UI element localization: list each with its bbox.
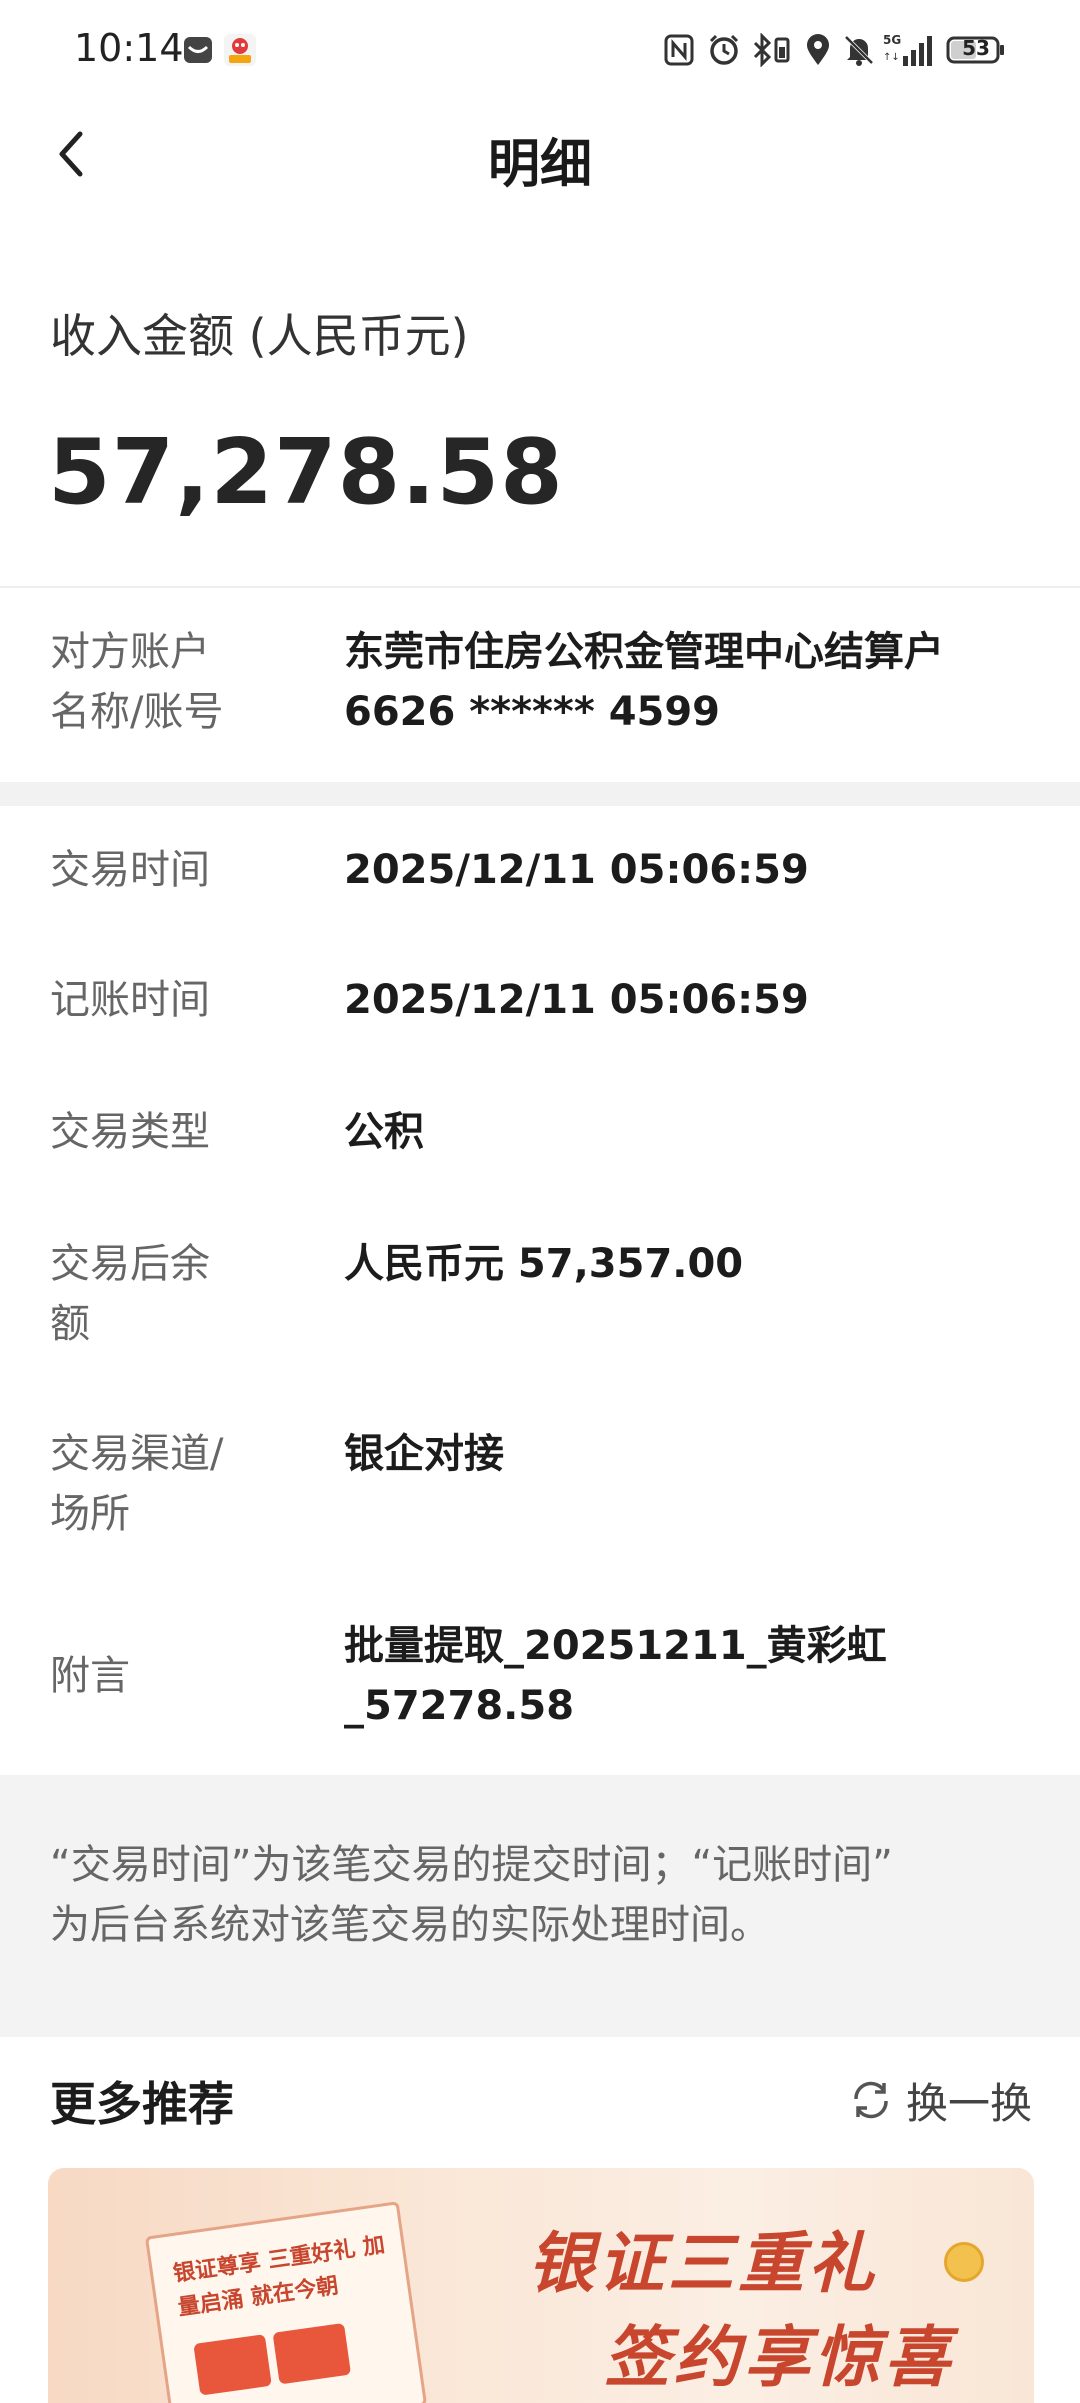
counterparty-value: 东莞市住房公积金管理中心结算户 6626 ****** 4599	[344, 622, 1044, 742]
trade-type-value: 公积	[344, 1109, 424, 1155]
battery-level: 53	[962, 36, 990, 60]
bluetooth-icon	[748, 30, 794, 70]
booking-time-label: 记账时间	[50, 977, 210, 1023]
notice-panel: “交易时间”为该笔交易的提交时间；“记账时间” 为后台系统对该笔交易的实际处理时…	[0, 1775, 1080, 2037]
counterparty-label: 对方账户 名称/账号	[50, 622, 290, 742]
header: 明细	[0, 100, 1080, 210]
amount-label: 收入金额 (人民币元)	[50, 309, 469, 363]
recommend-title: 更多推荐	[50, 2077, 234, 2131]
nfc-icon	[662, 30, 696, 70]
notice-text: “交易时间”为该笔交易的提交时间；“记账时间” 为后台系统对该笔交易的实际处理时…	[50, 1835, 1040, 1955]
refresh-button[interactable]: 换一换	[848, 2068, 1032, 2132]
channel-label-line1: 交易渠道/	[50, 1431, 224, 1477]
counterparty-label-line2: 名称/账号	[50, 689, 224, 735]
banner-subheadline: 签约享惊喜	[604, 2319, 954, 2396]
divider	[0, 586, 1080, 588]
signal-5g-icon: 5G ↑↓	[882, 30, 938, 70]
channel-label-line2: 场所	[50, 1491, 130, 1537]
coin-icon	[944, 2242, 984, 2282]
memo-value-line2: _57278.58	[344, 1683, 575, 1729]
memo-value-line1: 批量提取_20251211_黄彩虹	[344, 1623, 887, 1669]
app-notification-icon	[222, 30, 258, 70]
status-bar: 10:14 5G ↑↓ 53	[0, 0, 1080, 100]
status-time: 10:14	[74, 26, 184, 70]
refresh-icon	[854, 2081, 888, 2119]
balance-value: 人民币元 57,357.00	[344, 1241, 744, 1287]
balance-label-line2: 额	[50, 1301, 90, 1347]
counterparty-name: 东莞市住房公积金管理中心结算户	[344, 629, 944, 675]
promo-banner[interactable]: 银证尊享 三重好礼 加量启涌 就在今朝 银证三重礼 签约享惊喜 广告	[48, 2168, 1034, 2403]
section-gap	[0, 782, 1080, 806]
message-icon	[180, 30, 216, 70]
refresh-label: 换一换	[905, 2078, 1032, 2128]
banner-illustration: 银证尊享 三重好礼 加量启涌 就在今朝	[144, 2201, 428, 2403]
trade-time-label: 交易时间	[50, 847, 210, 893]
location-icon	[800, 30, 836, 70]
alarm-icon	[706, 30, 742, 70]
memo-label: 附言	[50, 1653, 130, 1699]
banner-card-icon	[193, 2334, 272, 2396]
banner-card-icon	[272, 2322, 352, 2385]
trade-type-label: 交易类型	[50, 1109, 210, 1155]
channel-value: 银企对接	[344, 1431, 504, 1477]
page: 10:14 5G ↑↓ 53 明细 收入金额 (人民币元) 57,278.58 …	[0, 0, 1080, 2403]
banner-headline: 银证三重礼	[528, 2225, 878, 2302]
counterparty-account: 6626 ****** 4599	[344, 689, 721, 735]
counterparty-label-line1: 对方账户	[50, 629, 210, 675]
svg-text:↑↓: ↑↓	[883, 52, 900, 63]
notice-line1: “交易时间”为该笔交易的提交时间；“记账时间”	[50, 1842, 893, 1888]
balance-label: 交易后余 额	[50, 1234, 290, 1354]
banner-book-text: 银证尊享 三重好礼 加量启涌 就在今朝	[171, 2232, 387, 2321]
page-title: 明细	[487, 135, 592, 195]
balance-label-line1: 交易后余	[50, 1241, 210, 1287]
booking-time-value: 2025/12/11 05:06:59	[344, 977, 809, 1023]
svg-text:5G: 5G	[883, 33, 901, 47]
channel-label: 交易渠道/ 场所	[50, 1424, 290, 1544]
amount-value: 57,278.58	[48, 420, 564, 525]
notice-line2: 为后台系统对该笔交易的实际处理时间。	[50, 1902, 770, 1948]
trade-time-value: 2025/12/11 05:06:59	[344, 847, 809, 893]
mute-icon	[840, 30, 878, 70]
memo-value: 批量提取_20251211_黄彩虹 _57278.58	[344, 1616, 1044, 1736]
